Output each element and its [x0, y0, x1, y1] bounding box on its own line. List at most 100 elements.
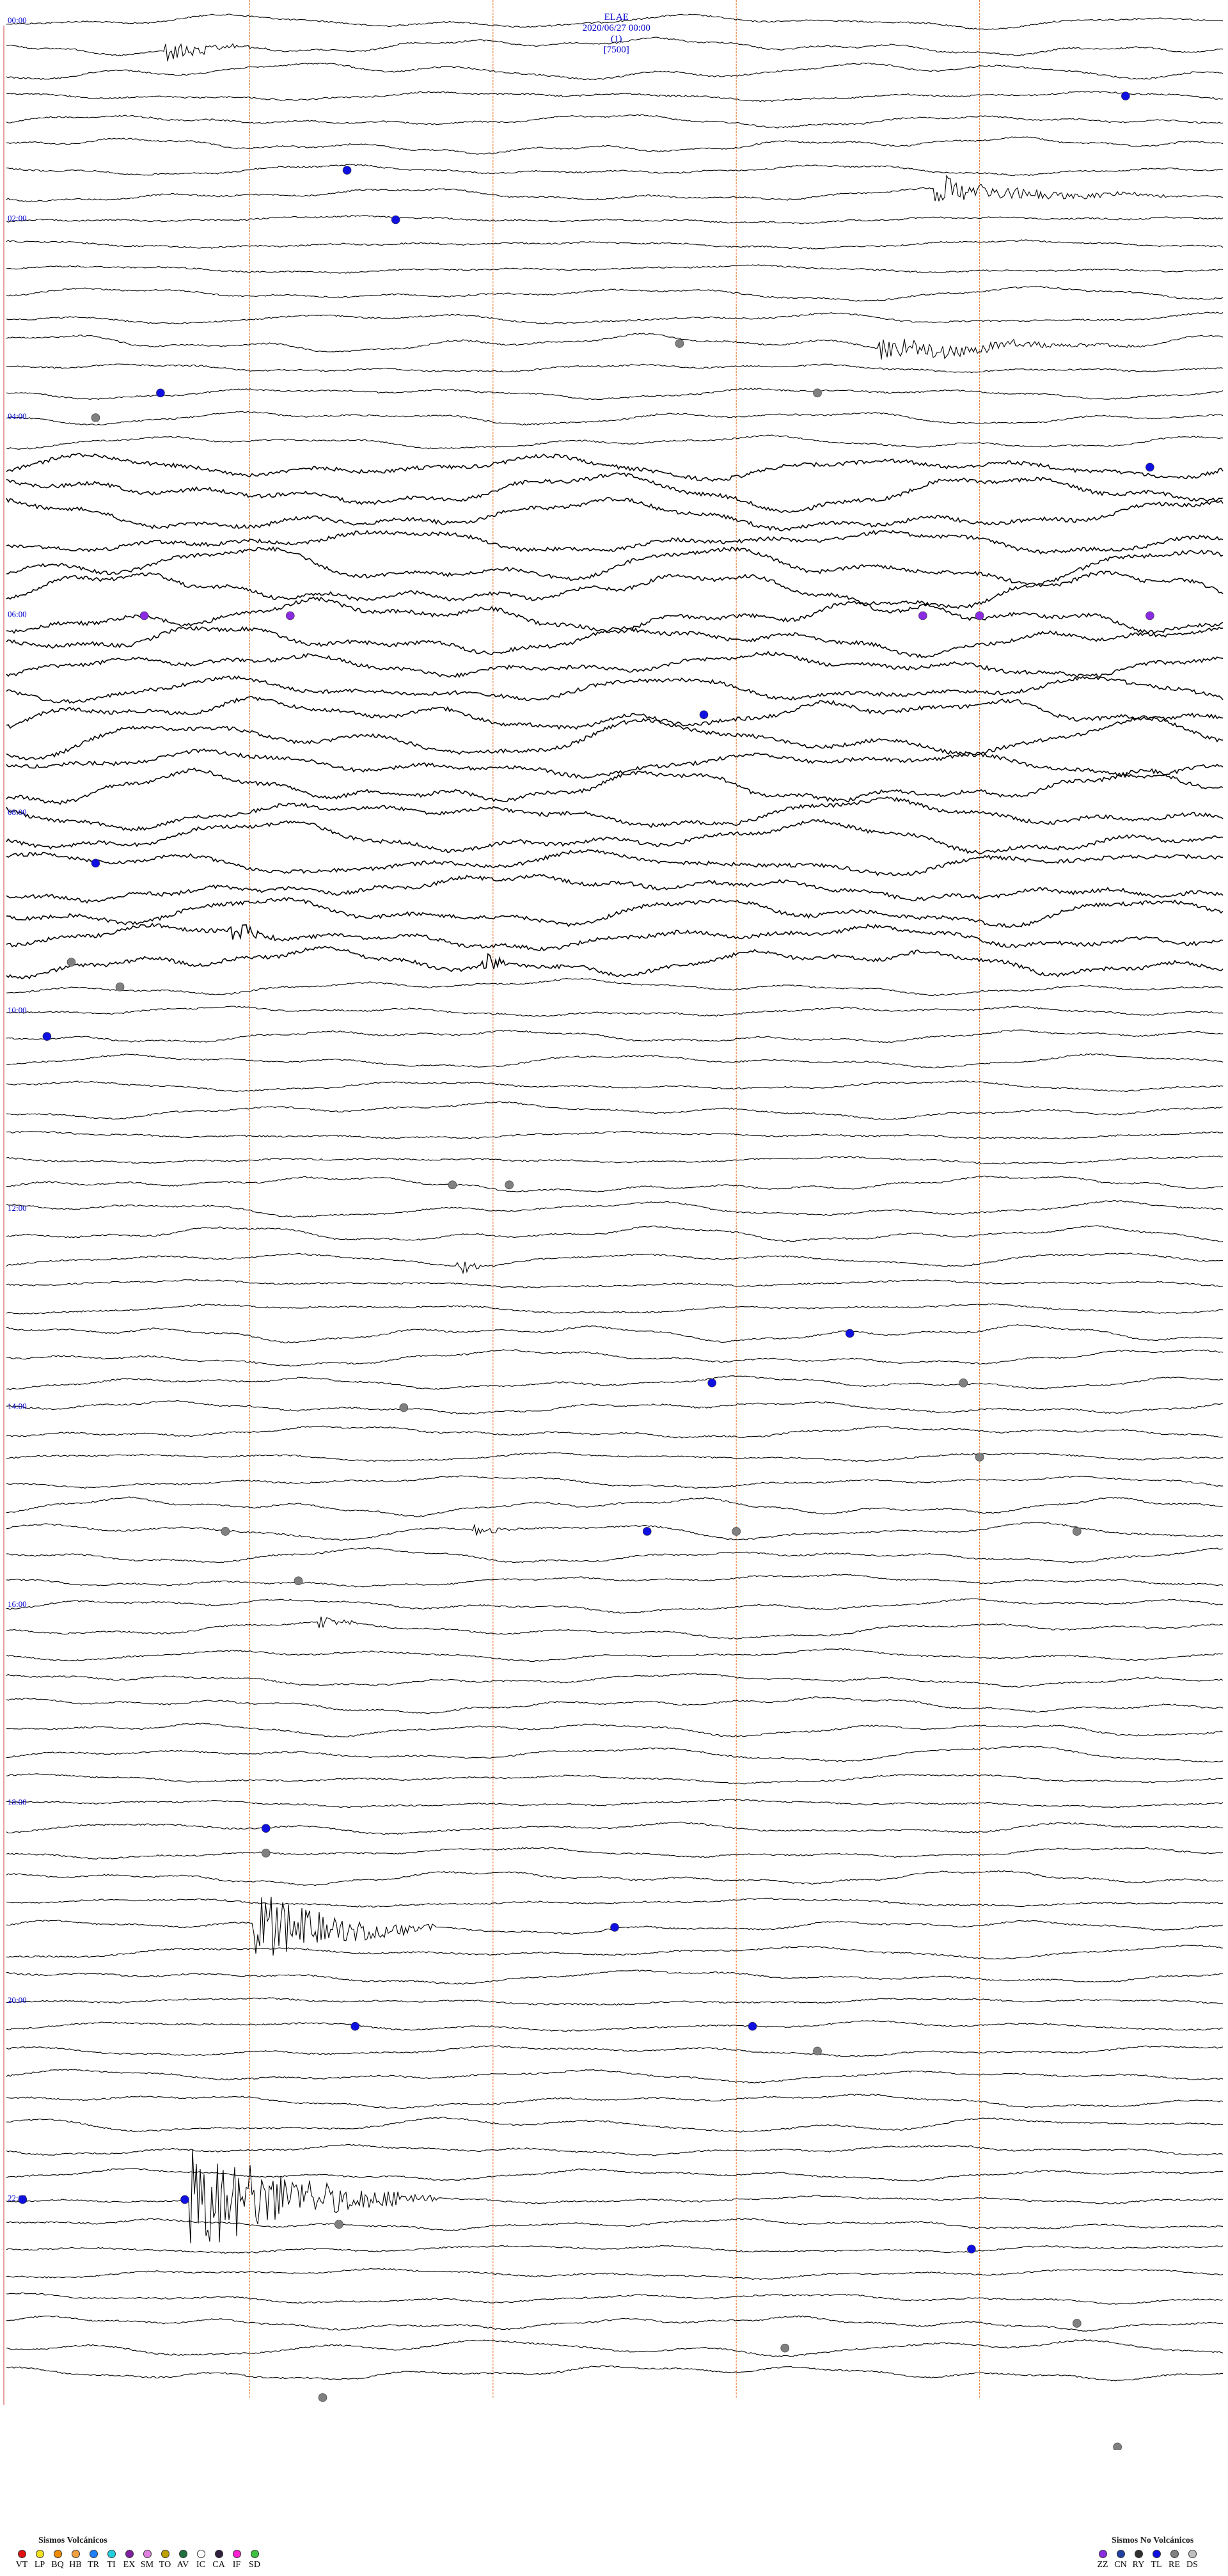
- legend-code: TR: [88, 2560, 99, 2570]
- seismic-trace: [6, 411, 1224, 426]
- event-marker-tl: [180, 2195, 189, 2204]
- event-marker-re: [975, 1453, 984, 1462]
- legend-dot-icon: [196, 2550, 205, 2558]
- event-marker-tl: [156, 388, 165, 398]
- seismic-trace: [6, 1279, 1224, 1288]
- event-marker-tl: [42, 1032, 52, 1041]
- seismic-trace: [6, 1080, 1224, 1093]
- seismic-trace: [6, 922, 1224, 951]
- event-marker-tl: [18, 2195, 28, 2204]
- legend-nonvolcanic-item-re: RE: [1165, 2550, 1183, 2570]
- seismic-trace: [6, 696, 1224, 730]
- legend-code: CA: [212, 2560, 225, 2570]
- legend-nonvolcanic: Sismos No Volcánicos ZZ CN RY TL RE DS: [1094, 2536, 1222, 2574]
- legend-code: SM: [140, 2560, 154, 2570]
- seismic-trace: [6, 2167, 1224, 2182]
- legend-volcanic-item-av: AV: [174, 2550, 192, 2570]
- legend-nonvolcanic-item-ry: RY: [1130, 2550, 1147, 2570]
- legend-dot-icon: [161, 2550, 169, 2558]
- event-marker-tl: [391, 215, 400, 225]
- event-marker-re: [221, 1527, 230, 1536]
- seismic-trace: [6, 626, 1224, 658]
- seismic-trace: [6, 2315, 1224, 2332]
- event-marker-re: [294, 1576, 303, 1586]
- seismic-trace: [6, 472, 1224, 514]
- legend-volcanic-item-if: IF: [228, 2550, 246, 2570]
- legend-code: VT: [15, 2560, 28, 2570]
- seismic-trace: [6, 2292, 1224, 2305]
- seismic-trace: [6, 675, 1224, 704]
- event-marker-re: [780, 2343, 790, 2353]
- seismic-trace: [6, 2365, 1224, 2382]
- seismic-trace: [6, 264, 1224, 274]
- legend-dot-icon: [250, 2550, 259, 2558]
- legend-volcanic-item-ca: CA: [210, 2550, 228, 2570]
- seismic-trace: [6, 452, 1224, 482]
- event-marker-re: [261, 1849, 271, 1858]
- seismic-trace: [6, 2144, 1224, 2156]
- legend-volcanic-item-ti: TI: [102, 2550, 120, 2570]
- legend-volcanic-item-to: TO: [156, 2550, 174, 2570]
- legend-volcanic-item-bq: BQ: [49, 2550, 67, 2570]
- event-marker-tl: [707, 1379, 716, 1387]
- seismic-trace: [6, 1200, 1224, 1218]
- seismic-trace: [6, 136, 1224, 155]
- seismic-trace: [6, 1847, 1224, 1860]
- legend-dot-icon: [89, 2550, 98, 2558]
- legend-dot-icon: [143, 2550, 152, 2558]
- seismic-trace: [6, 1053, 1224, 1069]
- event-marker-re: [448, 1180, 457, 1190]
- legend-code: RY: [1132, 2560, 1145, 2570]
- seismic-trace: [6, 1029, 1224, 1043]
- seismic-trace: [6, 1945, 1224, 1960]
- legend-code: IC: [196, 2560, 205, 2570]
- legend-code: CN: [1114, 2560, 1127, 2570]
- seismic-trace: [6, 1375, 1224, 1391]
- event-marker-re: [318, 2393, 327, 2402]
- seismic-trace: [6, 849, 1223, 876]
- event-marker-tl: [91, 858, 100, 868]
- legend-dot-icon: [107, 2550, 116, 2558]
- seismic-trace: [6, 767, 1224, 805]
- legend-dot-icon: [1152, 2550, 1161, 2558]
- seismic-trace: [6, 873, 1224, 904]
- legend-dot-icon: [1098, 2550, 1107, 2558]
- hour-label: 04:00: [8, 411, 27, 421]
- seismic-trace: [6, 1130, 1224, 1140]
- seismic-trace: [6, 90, 1224, 102]
- legend-code: LP: [34, 2560, 45, 2570]
- legend-dot-icon: [71, 2550, 80, 2558]
- seismic-trace: [6, 571, 1224, 613]
- event-marker-re: [505, 1180, 514, 1190]
- legend-nonvolcanic-item-cn: CN: [1112, 2550, 1130, 2570]
- event-marker-tl: [350, 2021, 360, 2031]
- event-marker-re: [813, 2046, 822, 2056]
- seismic-trace: [6, 2339, 1224, 2357]
- legend-dot-icon: [232, 2550, 241, 2558]
- legend-dot-icon: [125, 2550, 134, 2558]
- hour-label: 16:00: [8, 1599, 27, 1609]
- event-marker-re: [1072, 2319, 1082, 2328]
- seismic-trace: [6, 796, 1224, 832]
- seismic-trace: [6, 1799, 1224, 1808]
- seismic-trace: [6, 945, 1224, 980]
- seismic-trace: [6, 651, 1224, 678]
- event-markers: [18, 91, 1154, 2450]
- legend-code: DS: [1186, 2560, 1198, 2570]
- seismic-trace: [6, 13, 1224, 31]
- seismic-trace: [6, 1324, 1224, 1343]
- event-marker-tl: [1145, 462, 1154, 472]
- seismic-trace: [6, 1997, 1224, 2006]
- legend-code: BQ: [51, 2560, 64, 2570]
- seismic-trace: [6, 1547, 1224, 1563]
- event-marker-re: [67, 958, 76, 967]
- event-marker-zz: [918, 611, 927, 620]
- legend-code: TL: [1151, 2560, 1162, 2570]
- event-marker-re: [1113, 2442, 1122, 2450]
- seismic-trace: [6, 174, 1224, 202]
- seismic-trace: [6, 2117, 1224, 2133]
- seismic-trace: [6, 1696, 1224, 1714]
- legend-volcanic-item-vt: VT: [13, 2550, 31, 2570]
- legend-dot-icon: [1170, 2550, 1179, 2558]
- legend-dot-icon: [1134, 2550, 1143, 2558]
